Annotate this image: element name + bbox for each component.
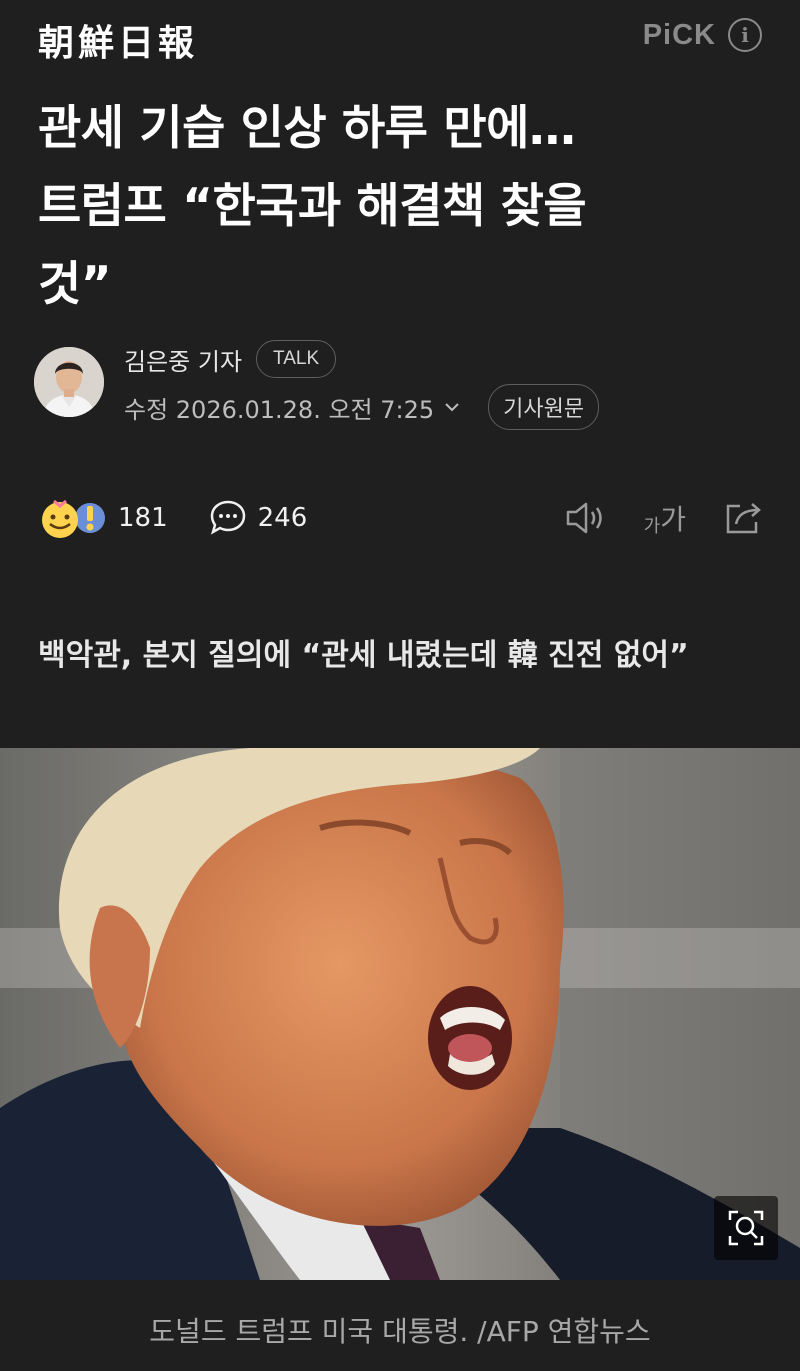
article-subheadline: 백악관, 본지 질의에 “관세 내렸는데 韓 진전 없어” (38, 638, 689, 673)
talk-button[interactable]: TALK (256, 340, 337, 378)
date-row: 수정 2026.01.28. 오전 7:25 기사원문 (124, 384, 600, 430)
headline-line: 트럼프 “한국과 해결책 찾을 (38, 179, 587, 234)
reporter-row: 김은중 기자 TALK (124, 340, 337, 378)
article-photo[interactable] (0, 748, 800, 1280)
original-article-button[interactable]: 기사원문 (488, 384, 600, 430)
zoom-button[interactable] (714, 1196, 778, 1260)
reaction-emoji-icon[interactable] (38, 496, 108, 540)
headline-line: 관세 기습 인상 하루 만에… (38, 101, 576, 156)
info-icon[interactable]: i (728, 18, 762, 52)
reporter-avatar[interactable] (34, 347, 104, 417)
publisher-logo[interactable]: 朝鮮日報 (38, 14, 198, 66)
pick-label: PiCK (642, 18, 716, 51)
top-bar: 朝鮮日報 PiCK i (0, 0, 800, 80)
font-size-small: 가 (643, 516, 661, 537)
comment-count: 246 (257, 503, 308, 533)
article-tools: 가 가 (564, 498, 764, 538)
reactions: 181 246 (38, 496, 307, 540)
article-headline: 관세 기습 인상 하루 만에… 트럼프 “한국과 해결책 찾을 것” (38, 90, 768, 324)
chevron-down-icon[interactable] (444, 399, 460, 415)
modified-date: 수정 2026.01.28. 오전 7:25 (124, 395, 435, 424)
speaker-icon[interactable] (564, 500, 606, 536)
reaction-count: 181 (118, 503, 168, 533)
action-bar: 181 246 가 가 (38, 496, 764, 546)
photo-caption: 도널드 트럼프 미국 대통령. /AFP 연합뉴스 (149, 1315, 651, 1348)
share-icon[interactable] (724, 500, 764, 536)
headline-line: 것” (38, 257, 112, 312)
font-size-icon[interactable]: 가 가 (644, 498, 686, 538)
font-size-large: 가 (660, 503, 686, 536)
zoom-search-icon (728, 1210, 764, 1246)
reporter-name[interactable]: 김은중 기자 (124, 342, 242, 377)
pick-badge[interactable]: PiCK i (643, 18, 762, 52)
comment-icon[interactable] (208, 498, 248, 538)
